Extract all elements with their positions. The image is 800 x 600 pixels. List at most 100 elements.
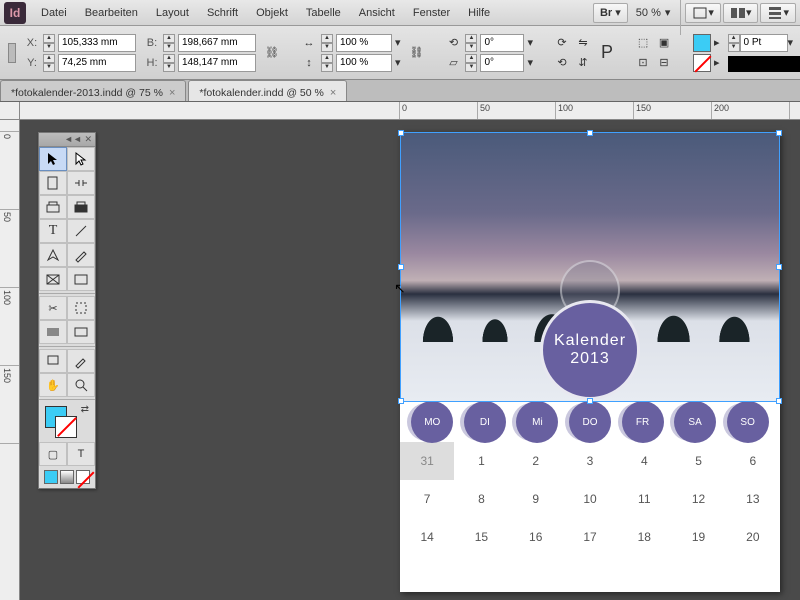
pen-icon xyxy=(45,247,61,263)
rotate-ccw-icon[interactable]: ⟲ xyxy=(553,54,571,72)
resize-handle-ne[interactable] xyxy=(776,130,782,136)
shear-spinner[interactable]: ▲▼ xyxy=(465,54,477,72)
type-tool[interactable]: T xyxy=(39,219,67,243)
line-tool[interactable] xyxy=(67,219,95,243)
rotate-cw-icon[interactable]: ⟳ xyxy=(553,34,571,52)
gradient-feather-tool[interactable] xyxy=(67,320,95,344)
note-icon xyxy=(45,353,61,369)
y-input[interactable] xyxy=(58,54,136,72)
menu-type[interactable]: Schrift xyxy=(198,3,247,23)
scissors-icon: ✂ xyxy=(48,302,57,315)
resize-handle-e[interactable] xyxy=(776,264,782,270)
h-spinner[interactable]: ▲▼ xyxy=(163,54,175,72)
x-spinner[interactable]: ▲▼ xyxy=(43,34,55,52)
scale-y-input[interactable] xyxy=(336,54,392,72)
stroke-weight-input[interactable] xyxy=(740,34,788,52)
eyedropper-tool[interactable] xyxy=(67,349,95,373)
selection-bounding-box[interactable] xyxy=(400,132,780,402)
gap-tool[interactable] xyxy=(67,171,95,195)
scale-x-input[interactable] xyxy=(336,34,392,52)
content-collector-tool[interactable] xyxy=(39,195,67,219)
resize-handle-w[interactable] xyxy=(398,264,404,270)
resize-handle-nw[interactable] xyxy=(398,130,404,136)
stroke-style-select[interactable] xyxy=(728,56,800,72)
rotate-input[interactable] xyxy=(480,34,524,52)
shear-input[interactable] xyxy=(480,54,524,72)
line-icon xyxy=(73,223,89,239)
content-placer-tool[interactable] xyxy=(67,195,95,219)
rot-spinner[interactable]: ▲▼ xyxy=(465,34,477,52)
resize-handle-sw[interactable] xyxy=(398,398,404,404)
select-content-icon[interactable]: ⬚ xyxy=(634,34,652,52)
doc-tab-0[interactable]: *fotokalender-2013.indd @ 75 %× xyxy=(0,80,186,101)
menu-file[interactable]: Datei xyxy=(32,3,76,23)
close-icon[interactable]: × xyxy=(330,87,336,99)
rectangle-tool[interactable] xyxy=(67,267,95,291)
workspace-button[interactable]: ▾ xyxy=(760,3,796,23)
paragraph-icon[interactable]: P xyxy=(600,44,614,62)
menu-layout[interactable]: Layout xyxy=(147,3,198,23)
ruler-horizontal[interactable]: 0 50 100 150 200 xyxy=(20,102,800,120)
resize-handle-s[interactable] xyxy=(587,398,593,404)
toolbox-panel[interactable]: ◄◄ ✕ T ✂ ✋ xyxy=(38,132,96,489)
fill-stroke-control[interactable]: ⇄ xyxy=(39,402,95,442)
menu-window[interactable]: Fenster xyxy=(404,3,459,23)
selection-tool[interactable] xyxy=(39,147,67,171)
w-input[interactable] xyxy=(178,34,256,52)
normal-mode-icon[interactable] xyxy=(44,470,58,484)
x-input[interactable] xyxy=(58,34,136,52)
close-icon[interactable]: × xyxy=(169,87,175,99)
rectangle-frame-tool[interactable] xyxy=(39,267,67,291)
scissors-tool[interactable]: ✂ xyxy=(39,296,67,320)
apply-text-tool[interactable]: T xyxy=(67,442,95,466)
gradient-swatch-tool[interactable] xyxy=(39,320,67,344)
reference-point[interactable] xyxy=(8,43,16,63)
preview-mode-icon[interactable] xyxy=(60,470,74,484)
ruler-origin[interactable] xyxy=(0,102,20,120)
cal-cell: 19 xyxy=(671,518,725,556)
fit-frame-icon[interactable]: ⊟ xyxy=(655,54,673,72)
hand-tool[interactable]: ✋ xyxy=(39,373,67,397)
note-tool[interactable] xyxy=(39,349,67,373)
select-container-icon[interactable]: ▣ xyxy=(655,34,673,52)
toolbox-header[interactable]: ◄◄ ✕ xyxy=(39,133,95,147)
flip-v-icon[interactable]: ⇵ xyxy=(574,54,592,72)
y-spinner[interactable]: ▲▼ xyxy=(43,54,55,72)
arrange-button[interactable]: ▾ xyxy=(723,3,759,23)
constrain-link-icon[interactable]: ⛓ xyxy=(264,44,280,62)
stroke-swatch-tool[interactable] xyxy=(55,416,77,438)
ruler-vertical[interactable]: 0 50 100 150 xyxy=(0,120,20,600)
fit-content-icon[interactable]: ⊡ xyxy=(634,54,652,72)
menu-object[interactable]: Objekt xyxy=(247,3,297,23)
pen-tool[interactable] xyxy=(39,243,67,267)
strokew-spinner[interactable]: ▲▼ xyxy=(728,34,740,52)
doc-tab-1[interactable]: *fotokalender.indd @ 50 %× xyxy=(188,80,347,101)
apply-color-tool[interactable]: ▢ xyxy=(39,442,67,466)
fill-swatch[interactable] xyxy=(693,34,711,52)
zoom-tool[interactable] xyxy=(67,373,95,397)
w-spinner[interactable]: ▲▼ xyxy=(163,34,175,52)
swap-icon[interactable]: ⇄ xyxy=(81,404,89,415)
page-tool[interactable] xyxy=(39,171,67,195)
menu-help[interactable]: Hilfe xyxy=(459,3,499,23)
stroke-swatch[interactable] xyxy=(693,54,711,72)
transform-icon xyxy=(73,300,89,316)
constrain-scale-icon[interactable]: ⛓ xyxy=(409,44,425,62)
zoom-select[interactable]: 50 % ▾ xyxy=(630,6,677,19)
h-input[interactable] xyxy=(178,54,256,72)
menu-table[interactable]: Tabelle xyxy=(297,3,350,23)
flip-h-icon[interactable]: ⇋ xyxy=(574,34,592,52)
none-mode-icon[interactable] xyxy=(76,470,90,484)
resize-handle-n[interactable] xyxy=(587,130,593,136)
screen-mode-button[interactable]: ▾ xyxy=(685,3,721,23)
sx-spinner[interactable]: ▲▼ xyxy=(321,34,333,52)
bridge-button[interactable]: Br ▾ xyxy=(593,3,628,23)
free-transform-tool[interactable] xyxy=(67,296,95,320)
resize-handle-se[interactable] xyxy=(776,398,782,404)
pencil-tool[interactable] xyxy=(67,243,95,267)
workspace: 0 50 100 150 200 0 50 100 150 ◄◄ ✕ T ✂ xyxy=(0,102,800,600)
menu-edit[interactable]: Bearbeiten xyxy=(76,3,147,23)
sy-spinner[interactable]: ▲▼ xyxy=(321,54,333,72)
menu-view[interactable]: Ansicht xyxy=(350,3,404,23)
direct-selection-tool[interactable] xyxy=(67,147,95,171)
